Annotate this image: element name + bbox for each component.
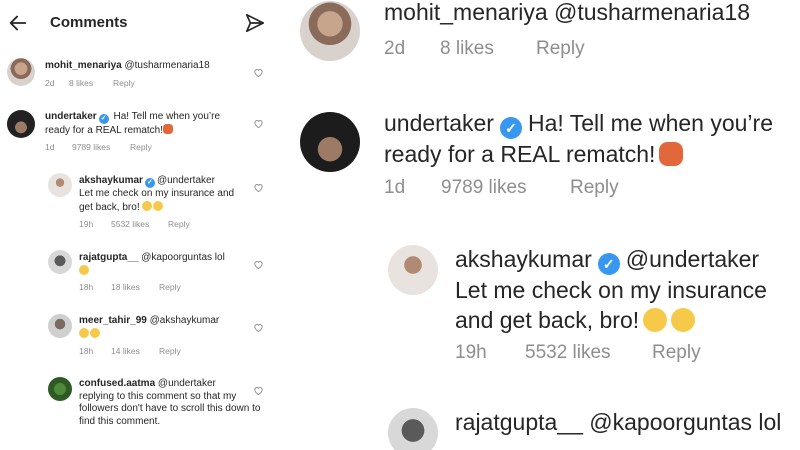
laughing-emoji-icon xyxy=(79,327,89,338)
comment-meta: 2d 8 likes Reply xyxy=(45,78,135,88)
reply-button[interactable]: Reply xyxy=(159,282,181,292)
comment-meta: 19h 5532 likes Reply xyxy=(79,219,190,229)
reply-button[interactable]: Reply xyxy=(536,38,585,60)
avatar[interactable] xyxy=(48,377,72,401)
comment-meta: 19h 5532 likes Reply xyxy=(455,342,701,364)
verified-badge-icon: ✓ xyxy=(499,117,522,139)
comment-text: lol xyxy=(214,252,225,263)
grimace-emoji-icon xyxy=(671,308,696,332)
comment-username[interactable]: undertaker xyxy=(45,111,97,122)
grimace-emoji-icon xyxy=(153,200,164,211)
comment-body: akshaykumar ✓ @undertaker Let me check on … xyxy=(79,175,239,214)
comment-meta: 18h 14 likes Reply xyxy=(79,346,181,356)
heart-icon[interactable] xyxy=(253,118,264,129)
comment-meta: 1d 9789 likes Reply xyxy=(384,177,619,199)
avatar[interactable] xyxy=(7,110,35,138)
grin-emoji-icon xyxy=(79,264,89,275)
reply-button[interactable]: Reply xyxy=(652,342,701,364)
verified-badge-icon: ✓ xyxy=(144,178,155,188)
avatar[interactable] xyxy=(48,250,72,274)
comment-mention[interactable]: @tusharmenaria18 xyxy=(124,60,209,71)
comment-meta: 18h 18 likes Reply xyxy=(79,282,181,292)
comment-likes[interactable]: 8 likes xyxy=(69,78,113,88)
zoomed-comments-panel: mohit_menariya @tusharmenaria18 2d 8 like… xyxy=(282,0,800,450)
avatar[interactable] xyxy=(7,58,35,86)
comment-username[interactable]: rajatgupta__ xyxy=(79,252,138,263)
comment-likes[interactable]: 18 likes xyxy=(111,282,159,292)
heart-icon[interactable] xyxy=(253,322,264,333)
avatar[interactable] xyxy=(300,1,360,61)
page-title: Comments xyxy=(50,14,128,31)
heart-icon[interactable] xyxy=(253,385,264,396)
avatar[interactable] xyxy=(48,314,72,338)
reply-button[interactable]: Reply xyxy=(570,177,619,199)
comment-meta: 2d 8 likes Reply xyxy=(384,38,585,60)
comments-header: Comments xyxy=(0,0,280,46)
avatar[interactable] xyxy=(300,112,360,172)
comment-likes[interactable]: 14 likes xyxy=(111,346,159,356)
comment-likes[interactable]: 5532 likes xyxy=(111,219,168,229)
comment-body: undertaker ✓ Ha! Tell me when you’re read… xyxy=(45,111,245,138)
avatar[interactable] xyxy=(388,245,438,295)
comment-likes[interactable]: 5532 likes xyxy=(525,342,652,364)
comment-likes[interactable]: 9789 likes xyxy=(441,177,570,199)
comment-text: Let me check on my insurance and get bac… xyxy=(455,277,767,333)
comment-body: confused.aatma @undertaker replying to t… xyxy=(79,378,269,428)
comment-likes[interactable]: 9789 likes xyxy=(72,142,130,152)
comment-mention[interactable]: @undertaker xyxy=(626,246,759,272)
comment-mention[interactable]: @undertaker xyxy=(157,175,215,186)
comment-mention[interactable]: @tusharmenaria18 xyxy=(554,0,750,25)
comment-username[interactable]: rajatgupta__ xyxy=(455,409,583,435)
comment-mention[interactable]: @kapoorguntas xyxy=(589,409,752,435)
comment-time: 18h xyxy=(79,346,94,356)
comment-time: 1d xyxy=(45,142,55,152)
comment-body: mohit_menariya @tusharmenaria18 xyxy=(384,0,750,27)
verified-badge-icon: ✓ xyxy=(597,253,620,275)
comment-text: lol xyxy=(758,409,782,435)
reply-button[interactable]: Reply xyxy=(168,219,190,229)
comment-likes[interactable]: 8 likes xyxy=(440,38,536,60)
comment-meta: 1d 9789 likes Reply xyxy=(45,142,152,152)
comment-username[interactable]: meer_tahir_99 xyxy=(79,315,147,326)
comment-username[interactable]: akshaykumar xyxy=(455,246,592,272)
comment-time: 2d xyxy=(45,78,55,88)
comment-username[interactable]: akshaykumar xyxy=(79,175,143,186)
verified-badge-icon: ✓ xyxy=(98,114,109,124)
comments-panel: Comments mohit_menariya @tusharmenaria18… xyxy=(0,0,280,450)
comment-time: 1d xyxy=(384,177,406,198)
avatar[interactable] xyxy=(48,173,72,197)
reply-button[interactable]: Reply xyxy=(130,142,152,152)
avatar[interactable] xyxy=(388,408,438,450)
reply-button[interactable]: Reply xyxy=(113,78,135,88)
back-arrow-icon[interactable] xyxy=(6,12,30,34)
comment-username[interactable]: mohit_menariya xyxy=(384,0,548,25)
comment-text: replying to this comment so that my foll… xyxy=(79,390,261,427)
comment-body: undertaker ✓ Ha! Tell me when you’re ready… xyxy=(384,108,794,169)
comment-username[interactable]: undertaker xyxy=(384,110,494,136)
comment-body: rajatgupta__ @kapoorguntas lol xyxy=(455,407,781,437)
sunglasses-emoji-icon xyxy=(142,200,153,211)
comment-body: mohit_menariya @tusharmenaria18 xyxy=(45,60,255,73)
comment-body: meer_tahir_99 @akshaykumar xyxy=(79,315,259,341)
comment-time: 19h xyxy=(79,219,94,229)
sunglasses-emoji-icon xyxy=(643,308,668,332)
heart-icon[interactable] xyxy=(253,259,264,270)
vase-emoji-icon xyxy=(659,142,684,166)
comment-time: 18h xyxy=(79,282,94,292)
vase-emoji-icon xyxy=(163,124,174,134)
comment-body: rajatgupta__ @kapoorguntas lol xyxy=(79,252,259,278)
send-icon[interactable] xyxy=(244,12,266,34)
comment-username[interactable]: mohit_menariya xyxy=(45,60,122,71)
comment-body: akshaykumar ✓ @undertaker Let me check on … xyxy=(455,244,800,335)
comment-mention[interactable]: @undertaker xyxy=(158,378,216,389)
comment-mention[interactable]: @kapoorguntas xyxy=(141,252,212,263)
comment-username[interactable]: confused.aatma xyxy=(79,378,155,389)
heart-icon[interactable] xyxy=(253,182,264,193)
heart-icon[interactable] xyxy=(253,67,264,78)
reply-button[interactable]: Reply xyxy=(159,346,181,356)
comment-time: 2d xyxy=(384,38,406,59)
comment-time: 19h xyxy=(455,342,487,363)
laughing-emoji-icon xyxy=(90,327,100,338)
comment-mention[interactable]: @akshaykumar xyxy=(150,315,220,326)
